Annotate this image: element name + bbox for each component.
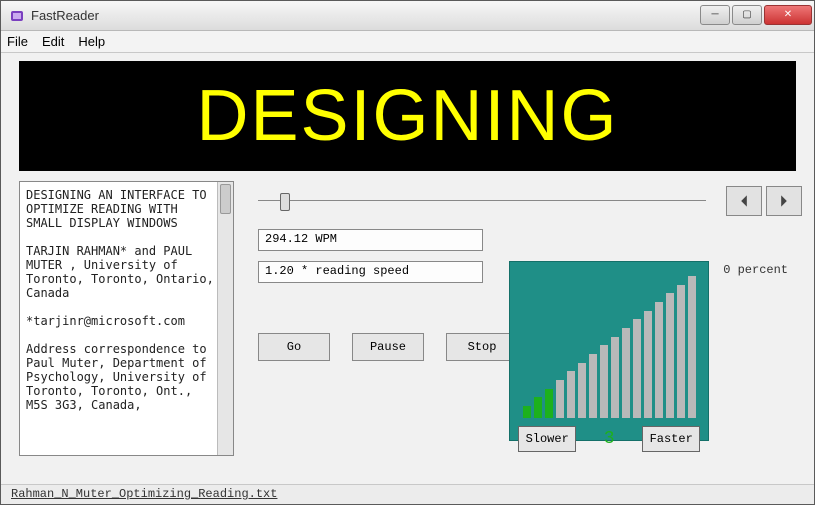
speed-bar xyxy=(677,285,685,418)
speed-box: Slower 3 Faster xyxy=(509,261,709,441)
speed-factor-display: 1.20 * reading speed xyxy=(258,261,483,283)
faster-button[interactable]: Faster xyxy=(642,426,700,452)
speed-bar xyxy=(534,397,542,418)
scrollbar[interactable] xyxy=(217,182,233,455)
speed-bar xyxy=(578,363,586,418)
slider-knob[interactable] xyxy=(280,193,290,211)
current-word: DESIGNING xyxy=(196,75,618,157)
wpm-display: 294.12 WPM xyxy=(258,229,483,251)
menubar: File Edit Help xyxy=(1,31,814,53)
statusbar: Rahman_N_Muter_Optimizing_Reading.txt xyxy=(1,484,814,504)
nav-arrows xyxy=(726,186,802,216)
speed-bar xyxy=(688,276,696,418)
menu-edit[interactable]: Edit xyxy=(42,34,64,49)
app-window: FastReader ─ ▢ ✕ File Edit Help DESIGNIN… xyxy=(0,0,815,505)
chevron-right-icon xyxy=(777,194,791,208)
next-button[interactable] xyxy=(766,186,802,216)
pause-button[interactable]: Pause xyxy=(352,333,424,361)
close-button[interactable]: ✕ xyxy=(764,5,812,25)
stop-button[interactable]: Stop xyxy=(446,333,518,361)
speed-bar xyxy=(655,302,663,418)
speed-bar xyxy=(622,328,630,418)
minimize-button[interactable]: ─ xyxy=(700,5,730,25)
speed-controls: Slower 3 Faster xyxy=(518,426,700,452)
source-text: DESIGNING AN INTERFACE TO OPTIMIZE READI… xyxy=(26,188,227,412)
prev-button[interactable] xyxy=(726,186,762,216)
slider-track-line xyxy=(258,200,706,201)
titlebar: FastReader ─ ▢ ✕ xyxy=(1,1,814,31)
speed-bar xyxy=(611,337,619,418)
maximize-button[interactable]: ▢ xyxy=(732,5,762,25)
scrollbar-thumb[interactable] xyxy=(220,184,231,214)
source-text-pane[interactable]: DESIGNING AN INTERFACE TO OPTIMIZE READI… xyxy=(19,181,234,456)
speed-bar xyxy=(567,371,575,418)
speed-bar xyxy=(644,311,652,418)
speed-bar xyxy=(545,389,553,418)
app-icon xyxy=(9,8,25,24)
menu-help[interactable]: Help xyxy=(78,34,105,49)
controls-area: 294.12 WPM 1.20 * reading speed Go Pause… xyxy=(234,181,802,480)
speed-level: 3 xyxy=(584,429,634,449)
speed-bar xyxy=(633,319,641,418)
menu-file[interactable]: File xyxy=(7,34,28,49)
speed-bar xyxy=(523,406,531,418)
mid-section: DESIGNING AN INTERFACE TO OPTIMIZE READI… xyxy=(13,181,802,480)
speed-bar xyxy=(589,354,597,418)
speed-bars xyxy=(518,270,700,426)
speed-bar xyxy=(600,345,608,418)
status-filename: Rahman_N_Muter_Optimizing_Reading.txt xyxy=(11,487,277,501)
reader-display: DESIGNING xyxy=(19,61,796,171)
position-row xyxy=(258,183,802,219)
speed-area: Slower 3 Faster 0 percent xyxy=(509,261,788,441)
progress-percent: 0 percent xyxy=(723,261,788,277)
client-area: DESIGNING DESIGNING AN INTERFACE TO OPTI… xyxy=(1,53,814,484)
window-buttons: ─ ▢ ✕ xyxy=(698,5,812,27)
speed-bar xyxy=(556,380,564,418)
window-title: FastReader xyxy=(31,8,698,23)
slower-button[interactable]: Slower xyxy=(518,426,576,452)
go-button[interactable]: Go xyxy=(258,333,330,361)
chevron-left-icon xyxy=(737,194,751,208)
speed-bar xyxy=(666,293,674,418)
position-slider[interactable] xyxy=(258,191,706,211)
